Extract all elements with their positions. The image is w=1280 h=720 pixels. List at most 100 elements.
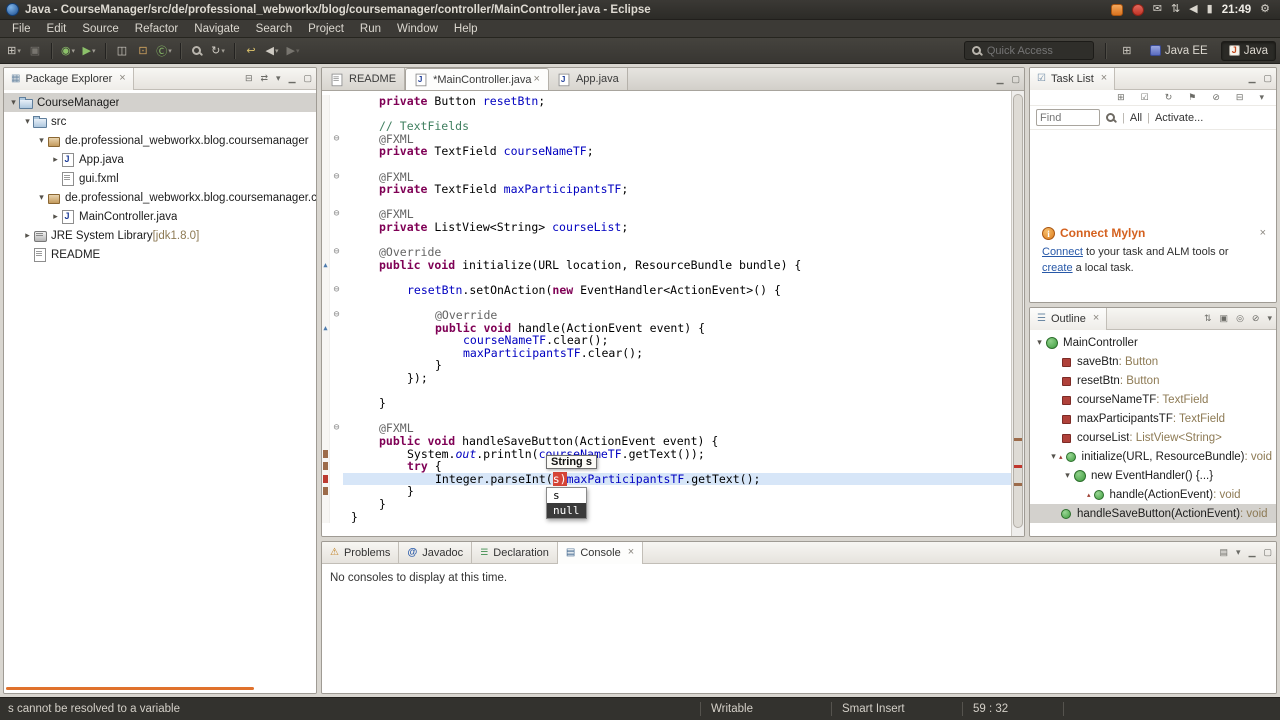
- menu-source[interactable]: Source: [74, 22, 126, 36]
- hide-fields-icon[interactable]: ▣: [1216, 314, 1233, 323]
- fold-toggle-icon[interactable]: ⊖: [329, 170, 343, 184]
- perspective-java-ee[interactable]: Java EE: [1143, 41, 1215, 61]
- search-icon[interactable]: [1105, 112, 1117, 124]
- save-button[interactable]: ▣: [25, 41, 45, 61]
- project-tree-item-coursemanager[interactable]: ▾ CourseManager: [4, 93, 316, 112]
- mylyn-link-create[interactable]: create: [1042, 262, 1073, 274]
- project-tree-item-readme[interactable]: README: [4, 245, 316, 264]
- code-line[interactable]: [322, 195, 1011, 209]
- code-line[interactable]: }: [322, 485, 1011, 498]
- quick-access-box[interactable]: [963, 41, 1094, 60]
- prioritize-icon[interactable]: ⚑: [1184, 93, 1200, 102]
- code-line[interactable]: ▲ public void handle(ActionEvent event) {: [322, 321, 1011, 335]
- activate-link[interactable]: Activate...: [1155, 112, 1203, 124]
- outline-item-maxparticipantstf[interactable]: maxParticipantsTF : TextField: [1030, 409, 1276, 428]
- tab-console[interactable]: Console ×: [557, 542, 644, 564]
- forward-button[interactable]: ▶ ▾: [283, 41, 303, 61]
- debug-button[interactable]: ◉ ▾: [58, 41, 78, 61]
- code-line[interactable]: private Button resetBtn;: [322, 95, 1011, 108]
- new-class-button[interactable]: Ⓒ ▾: [154, 41, 174, 61]
- content-assist-popup[interactable]: s null: [546, 487, 587, 519]
- outline-item-new-eventhandler[interactable]: ▾ new EventHandler() {...}: [1030, 466, 1276, 485]
- menu-file[interactable]: File: [4, 22, 39, 36]
- package-explorer-tab[interactable]: ▦ Package Explorer ×: [4, 68, 134, 90]
- outline-item-resetbtn[interactable]: resetBtn : Button: [1030, 371, 1276, 390]
- view-menu-icon[interactable]: ▾: [1263, 314, 1276, 323]
- expander-icon[interactable]: ▾: [1048, 451, 1059, 462]
- tab-problems[interactable]: Problems: [322, 542, 400, 564]
- code-line[interactable]: [322, 409, 1011, 423]
- filter-icon[interactable]: ⊘: [1208, 93, 1224, 102]
- user-status-icon[interactable]: [1110, 3, 1123, 16]
- code-line[interactable]: ▲ public void initialize(URL location, Re…: [322, 258, 1011, 272]
- network-icon[interactable]: ⇅: [1171, 4, 1180, 15]
- minimize-icon[interactable]: ▁: [1245, 74, 1260, 83]
- completion-item-null[interactable]: null: [547, 503, 586, 518]
- quick-access-input[interactable]: [986, 44, 1087, 57]
- expander-icon[interactable]: ▾: [36, 135, 47, 146]
- code-line[interactable]: [322, 384, 1011, 398]
- tab-javadoc[interactable]: Javadoc: [399, 542, 473, 564]
- notification-icon[interactable]: [1131, 3, 1144, 16]
- new-wizard-button[interactable]: ⊞ ▾: [4, 41, 24, 61]
- menu-window[interactable]: Window: [389, 22, 446, 36]
- menu-refactor[interactable]: Refactor: [127, 22, 186, 36]
- expander-icon[interactable]: ▸: [50, 154, 61, 165]
- editor-tab-maincontroller-java[interactable]: *MainController.java×: [405, 68, 549, 90]
- run-button[interactable]: ▶ ▾: [79, 41, 99, 61]
- error-tick[interactable]: [1014, 464, 1022, 468]
- open-perspective-button[interactable]: ⊞: [1117, 41, 1137, 61]
- new-task-icon[interactable]: ⊞: [1113, 93, 1129, 102]
- maximize-icon[interactable]: ▢: [1259, 74, 1276, 83]
- maximize-icon[interactable]: ▢: [1007, 74, 1024, 84]
- view-menu-icon[interactable]: ▾: [272, 74, 285, 83]
- minimize-icon[interactable]: ▁: [993, 74, 1008, 84]
- project-tree-item-app-java[interactable]: ▸ App.java: [4, 150, 316, 169]
- hide-non-public-icon[interactable]: ⊘: [1248, 314, 1264, 323]
- back-button[interactable]: ◀ ▾: [262, 41, 282, 61]
- search-button[interactable]: [187, 41, 207, 61]
- collapse-all-icon[interactable]: ⊟: [1232, 93, 1248, 102]
- close-icon[interactable]: ×: [1093, 313, 1099, 324]
- session-menu-icon[interactable]: ⚙: [1260, 4, 1270, 15]
- project-tree-item-gui-fxml[interactable]: gui.fxml: [4, 169, 316, 188]
- outline-item-courselist[interactable]: courseList : ListView<String>: [1030, 428, 1276, 447]
- fold-toggle-icon[interactable]: ⊖: [329, 283, 343, 297]
- outline-item-maincontroller[interactable]: ▾ MainController: [1030, 333, 1276, 352]
- external-tools-button[interactable]: ↻ ▾: [208, 41, 228, 61]
- fold-toggle-icon[interactable]: ⊖: [329, 246, 343, 259]
- close-icon[interactable]: ×: [119, 73, 125, 84]
- maximize-icon[interactable]: ▢: [299, 74, 316, 83]
- link-with-editor-icon[interactable]: ⇄: [256, 74, 272, 83]
- code-line[interactable]: maxParticipantsTF.clear();: [322, 347, 1011, 360]
- close-icon[interactable]: ×: [1101, 73, 1107, 84]
- code-line[interactable]: // TextFields: [322, 120, 1011, 133]
- editor-tab-app-java[interactable]: App.java: [548, 68, 628, 90]
- new-package-button[interactable]: ⊡: [133, 41, 153, 61]
- mylyn-link-connect[interactable]: Connect: [1042, 246, 1083, 258]
- last-edit-location-button[interactable]: ↩: [241, 41, 261, 61]
- fold-toggle-icon[interactable]: ⊖: [329, 422, 343, 436]
- code-line[interactable]: private TextField courseNameTF;: [322, 145, 1011, 158]
- editor-tab-readme[interactable]: README: [322, 68, 406, 90]
- view-menu-icon[interactable]: ▾: [1232, 548, 1245, 557]
- outline-item-handle-actionevent[interactable]: ▴ handle(ActionEvent) : void: [1030, 485, 1276, 504]
- annotation-tick[interactable]: [1014, 438, 1022, 442]
- task-list-tab[interactable]: ☑ Task List ×: [1030, 68, 1116, 90]
- pin-console-icon[interactable]: ▤: [1216, 548, 1233, 557]
- fold-toggle-icon[interactable]: ⊖: [329, 309, 343, 322]
- close-icon[interactable]: ×: [1260, 227, 1266, 239]
- perspective-java[interactable]: Java: [1220, 40, 1276, 61]
- outline-item-initialize-url-resourcebundle[interactable]: ▾ ▴ initialize(URL, ResourceBundle) : void: [1030, 447, 1276, 466]
- new-java-project-button[interactable]: ◫: [112, 41, 132, 61]
- battery-icon[interactable]: ▮: [1207, 4, 1213, 15]
- tab-declaration[interactable]: Declaration: [472, 542, 558, 564]
- code-line[interactable]: private TextField maxParticipantsTF;: [322, 183, 1011, 196]
- find-input[interactable]: [1036, 109, 1100, 126]
- minimize-icon[interactable]: ▁: [285, 74, 300, 83]
- close-icon[interactable]: ×: [534, 74, 540, 85]
- code-line[interactable]: ⊖ resetBtn.setOnAction(new EventHandler<A…: [322, 284, 1011, 297]
- project-tree-item-de-professional-webworkx-blog-coursemanager[interactable]: ▾ de.professional_webworkx.blog.courseman…: [4, 131, 316, 150]
- code-line[interactable]: private ListView<String> courseList;: [322, 221, 1011, 234]
- mail-icon[interactable]: ✉: [1153, 4, 1162, 15]
